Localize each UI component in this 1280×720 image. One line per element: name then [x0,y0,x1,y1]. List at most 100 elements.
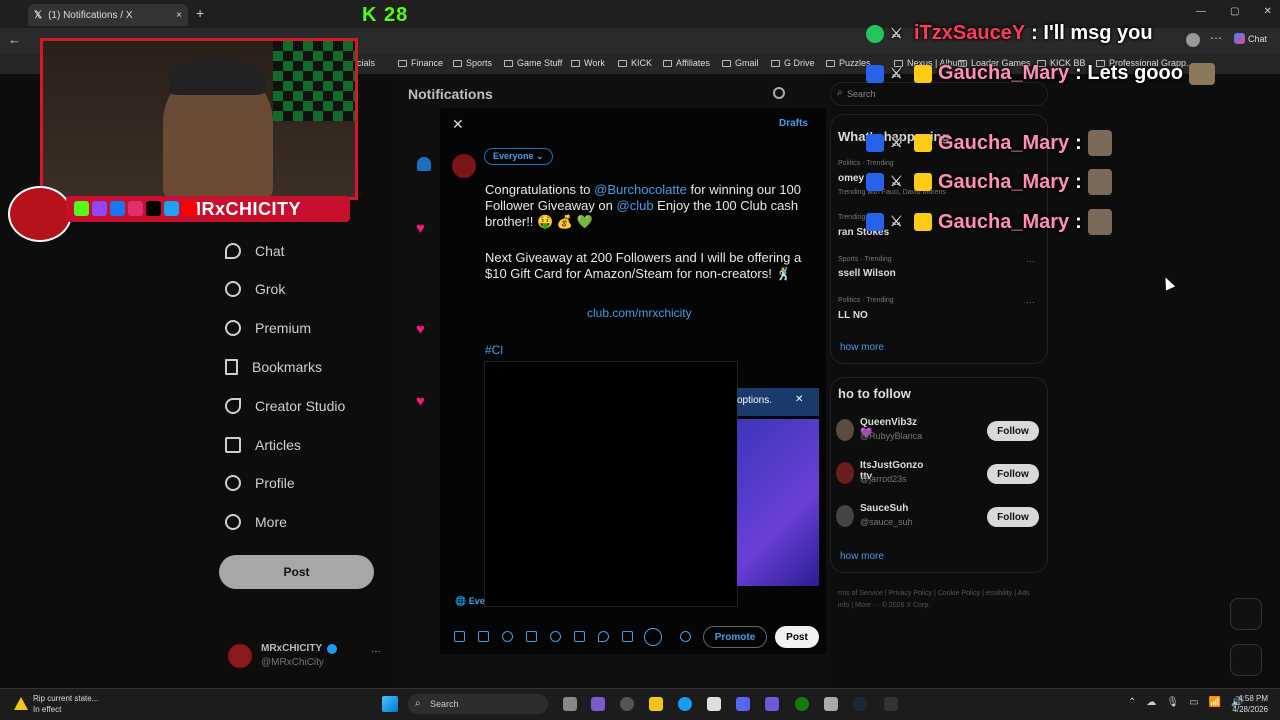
who-to-follow-heading: ho to follow [838,386,911,401]
chat-message: ⚔ Gaucha_Mary : [866,169,1112,195]
url-link[interactable]: club.com/mrxchicity [587,306,692,320]
heart-icon: ♥ [416,321,425,338]
reply-permission[interactable]: 🌐 Eve [455,596,485,607]
gif-icon[interactable] [478,631,489,642]
trend-name[interactable]: omey [838,173,864,184]
folder-icon [663,59,672,67]
close-icon[interactable]: ✕ [795,394,803,405]
nav-chat[interactable]: Chat [225,243,285,259]
emoji-icon[interactable] [550,631,561,642]
avatar [452,154,476,178]
account-menu-icon[interactable]: ··· [371,646,381,657]
account-switcher[interactable]: MRxCHICITY @MRxChiCity ··· [228,640,398,676]
taskbar-search[interactable]: ⌕ Search [408,694,548,714]
image-icon[interactable] [454,631,465,642]
store-icon[interactable] [707,697,721,711]
task-view-icon[interactable] [563,697,577,711]
app-icon[interactable] [620,697,634,711]
trend-name[interactable]: ssell Wilson [838,268,896,279]
chat-message: ⚔ Gaucha_Mary : Lets gooo [866,62,1215,85]
instagram-icon [128,201,143,216]
show-more-link[interactable]: how more [840,342,884,353]
audience-selector[interactable]: Everyone ⌄ [484,148,553,165]
bookmark-label: Work [584,58,605,68]
location-icon[interactable] [598,631,609,642]
app-icon[interactable] [765,697,779,711]
grok-icon[interactable] [502,631,513,642]
system-tray-icons[interactable]: ⌃ ☁ 🎙 ▭ 📶 🔊 [1128,697,1243,708]
crown-badge-icon [914,213,932,231]
nav-premium[interactable]: Premium [225,320,311,336]
bookmark-item[interactable]: KICK [618,58,652,68]
bookmark-item[interactable]: Finance [398,58,443,68]
show-more-link[interactable]: how more [840,551,884,562]
hashtag-text[interactable]: #Cl [485,343,503,357]
browser-tab[interactable]: 𝕏 (1) Notifications / X × [28,4,188,26]
file-explorer-icon[interactable] [649,697,663,711]
trend-more-icon[interactable]: ··· [1026,297,1035,307]
obs-icon[interactable] [884,697,898,711]
start-button[interactable] [382,696,398,712]
flag-icon[interactable] [622,631,633,642]
weather-notification[interactable]: Rip current state... In effect [33,693,98,715]
hashtag-suggestions-dropdown[interactable] [484,361,738,607]
copilot-chat-button[interactable]: Chat [1234,33,1267,44]
nav-more[interactable]: More [225,514,287,530]
follow-button[interactable]: Follow [987,421,1039,441]
messages-float-icon[interactable] [1230,644,1262,676]
bookmark-item[interactable]: Puzzles [826,58,871,68]
trend-name[interactable]: LL NO [838,310,868,321]
nav-articles[interactable]: Articles [225,437,301,453]
profile-avatar-icon[interactable] [1186,33,1200,47]
bull-logo-icon [8,186,72,242]
window-controls[interactable]: — ▢ ✕ [1196,6,1272,17]
heart-icon: ♥ [416,393,425,410]
follow-button[interactable]: Follow [987,464,1039,484]
nav-creator-studio[interactable]: Creator Studio [225,398,345,414]
footer-links[interactable]: rms of Service | Privacy Policy | Cookie… [838,588,1038,612]
close-tab-icon[interactable]: × [176,10,182,21]
new-tab-button[interactable]: + [196,5,204,21]
taskbar [0,688,1280,720]
promo-image [737,419,819,586]
folder-icon [453,59,462,67]
character-count-ring [644,628,662,646]
bookmark-item[interactable]: G Drive [771,58,815,68]
follow-button[interactable]: Follow [987,507,1039,527]
bookmark-label: Affiliates [676,58,710,68]
xbox-icon[interactable] [795,697,809,711]
add-post-icon[interactable] [680,631,691,642]
nav-profile[interactable]: Profile [225,475,295,491]
app-icon[interactable] [824,697,838,711]
close-icon[interactable]: ✕ [452,116,464,133]
steam-icon[interactable] [853,697,867,711]
post-button[interactable]: Post [219,555,374,589]
avatar [228,644,252,668]
search-input[interactable]: ⌕ Search [830,82,1048,106]
app-icon[interactable] [591,697,605,711]
back-icon[interactable]: ← [8,32,21,47]
nav-bookmarks[interactable]: Bookmarks [225,359,322,375]
settings-gear-icon[interactable] [773,87,785,99]
mention-link[interactable]: @club [617,198,654,213]
clock[interactable]: 4:58 PM 4/28/2026 [1228,693,1268,715]
nav-grok[interactable]: Grok [225,281,285,297]
trend-more-icon[interactable]: ··· [1026,256,1035,266]
bookmark-item[interactable]: Work [571,58,605,68]
schedule-icon[interactable] [574,631,585,642]
discord-icon[interactable] [736,697,750,711]
tweet-text[interactable]: Congratulations to @Burchocolatte for wi… [485,182,819,282]
webcam-overlay [40,38,358,201]
grok-float-icon[interactable] [1230,598,1262,630]
bookmark-item[interactable]: Gmail [722,58,759,68]
menu-icon[interactable]: ⋯ [1210,31,1222,45]
mention-link[interactable]: @Burchocolatte [594,182,687,197]
drafts-link[interactable]: Drafts [779,118,808,129]
bookmark-item[interactable]: Affiliates [663,58,710,68]
promote-button[interactable]: Promote [703,626,767,648]
bookmark-item[interactable]: Sports [453,58,492,68]
poll-icon[interactable] [526,631,537,642]
post-submit-button[interactable]: Post [775,626,819,648]
bookmark-item[interactable]: Game Stuff [504,58,562,68]
edge-icon[interactable] [678,697,692,711]
